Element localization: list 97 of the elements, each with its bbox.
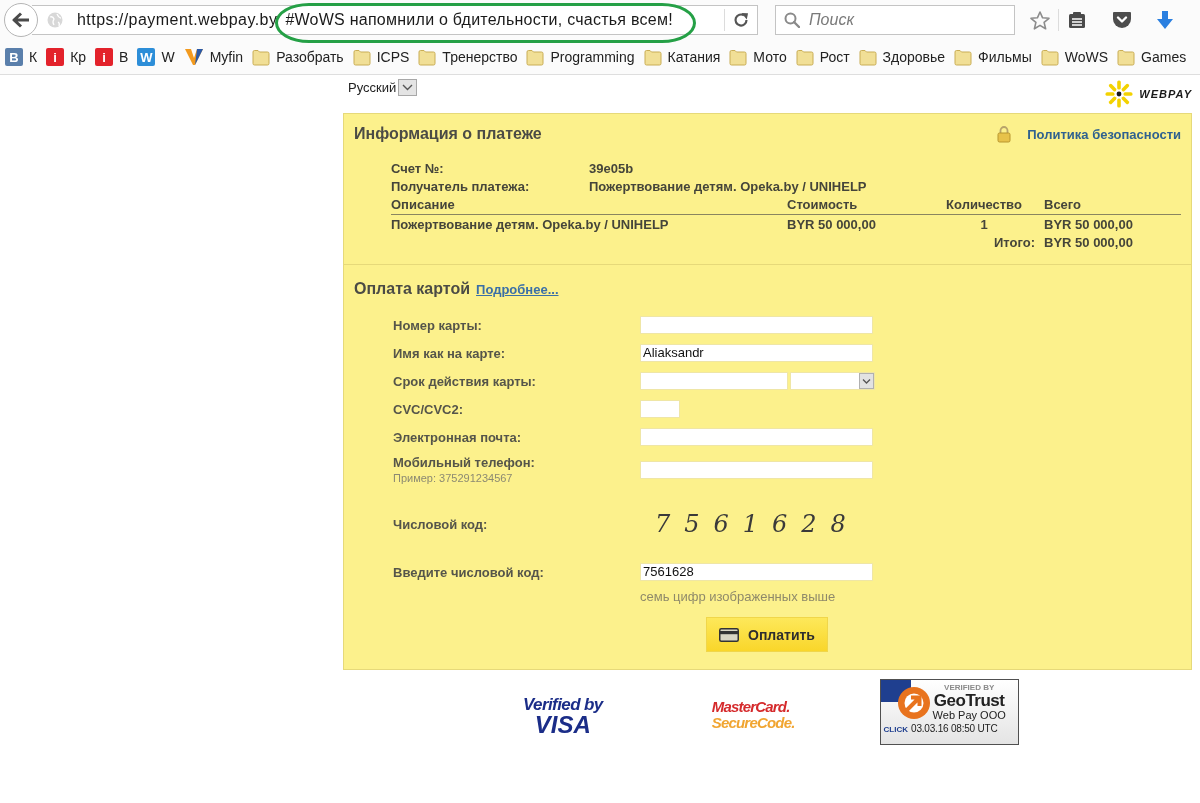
section-heading: Оплата картой	[354, 280, 471, 298]
bookmark-item[interactable]: Мото	[729, 48, 787, 66]
v-logo-icon	[183, 48, 204, 66]
detail-value: Пожертвование детям. Opeka.by / UNIHELP	[589, 178, 868, 196]
letter-tile-icon: B	[5, 48, 23, 66]
folder-icon	[418, 48, 437, 66]
bookmark-item[interactable]: i Кр	[46, 48, 87, 66]
bookmark-item[interactable]: Programming	[526, 48, 635, 66]
folder-icon	[729, 48, 748, 66]
address-bar[interactable]: https://payment.webpay.by #WoWS напомнили о бдительности, счастья всем!	[32, 5, 758, 35]
bookmark-item[interactable]: i В	[95, 48, 129, 66]
detail-label: Получатель платежа:	[391, 178, 531, 196]
back-arrow-icon	[12, 12, 30, 28]
language-select[interactable]: Русский	[343, 79, 418, 96]
letter-tile-icon: i	[95, 48, 114, 66]
reading-list-icon[interactable]	[1068, 11, 1086, 29]
column-header: Стоимость	[787, 196, 942, 215]
verified-by-text: VERIFIED BY	[944, 684, 995, 693]
folder-icon	[526, 48, 545, 66]
field-label: Мобильный телефон:	[393, 455, 535, 470]
input-field[interactable]	[640, 400, 680, 418]
detail-label: Счет №:	[391, 160, 445, 178]
folder-icon	[643, 48, 662, 66]
field-label: Срок действия карты:	[393, 373, 536, 389]
column-header: Всего	[1044, 196, 1181, 215]
input-field[interactable]: 7561628	[640, 563, 873, 581]
url-fragment: #WoWS напомнили о бдительности, счастья всем!	[285, 11, 673, 29]
bookmark-item[interactable]: Рост	[795, 48, 850, 66]
bookmark-item[interactable]: Разобрать	[252, 48, 344, 66]
total-label: Итого:	[993, 234, 1036, 252]
captcha-code: 7561628	[655, 509, 860, 539]
verified-by-visa-logo: Verified by VISA	[523, 695, 603, 737]
table-cell-text: 1	[979, 216, 989, 234]
bookmark-item[interactable]: Myfin	[183, 48, 244, 66]
bookmark-item[interactable]: Тренерство	[418, 48, 518, 66]
bookmark-item[interactable]: ICPS	[352, 48, 410, 66]
bookmark-item[interactable]: B К	[5, 48, 38, 66]
webpay-wordmark: WEBPAY	[1139, 88, 1192, 100]
input-field[interactable]	[640, 428, 873, 446]
letter-tile-icon: i	[46, 48, 65, 66]
input-field[interactable]	[640, 316, 873, 334]
credit-card-icon	[719, 627, 739, 642]
timestamp: 03.03.16 08:50 UTC	[911, 722, 998, 734]
folder-icon	[252, 48, 271, 66]
field-label: Электронная почта:	[393, 429, 522, 445]
letter-tile-icon: W	[137, 48, 156, 66]
search-icon	[784, 12, 800, 28]
column-header: Описание	[391, 196, 787, 215]
geotrust-badge[interactable]: VERIFIED BY GeoTrust Web Pay OOO CLICK 03.03.16 08:50 UTC	[879, 679, 1019, 745]
arrow-circle-icon	[896, 685, 931, 720]
table-cell-text: BYR 50 000,00	[787, 216, 877, 234]
bookmark-item[interactable]: Здоровье	[858, 48, 946, 66]
input-field[interactable]	[640, 461, 873, 479]
download-icon[interactable]	[1156, 10, 1174, 30]
lock-icon	[997, 125, 1012, 143]
mastercard-securecode-logo: MasterCard. SecureCode.	[711, 699, 795, 731]
bookmark-item[interactable]: Катания	[643, 48, 721, 66]
dropdown-field[interactable]	[640, 372, 788, 390]
field-hint: семь цифр изображенных выше	[640, 589, 836, 605]
folder-icon	[1117, 48, 1136, 66]
star-icon[interactable]	[1030, 10, 1050, 30]
field-label: Числовой код:	[393, 516, 488, 532]
security-policy-link[interactable]: Политика безопасности	[1027, 126, 1181, 142]
more-info-link[interactable]: Подробнее...	[476, 282, 559, 297]
field-label: CVC/CVC2:	[393, 401, 464, 417]
table-cell-text: Пожертвование детям. Opeka.by / UNIHELP	[391, 216, 670, 234]
bookmark-item[interactable]: Games	[1117, 48, 1187, 66]
section-heading: Информация о платеже	[354, 125, 542, 143]
table-cell-text: BYR 50 000,00	[1044, 216, 1134, 234]
sun-icon	[1104, 80, 1135, 108]
pay-button[interactable]: Оплатить	[706, 617, 828, 652]
field-label: Введите числовой код:	[393, 564, 544, 580]
click-label: CLICK	[883, 724, 909, 734]
detail-value: 39e05b	[589, 160, 635, 178]
field-label: Номер карты:	[393, 317, 482, 333]
folder-icon	[1040, 48, 1059, 66]
field-label: Имя как на карте:	[393, 345, 506, 361]
bookmark-item[interactable]: W W	[137, 48, 175, 66]
dropdown-field[interactable]	[790, 372, 875, 390]
company-name: Web Pay OOO	[932, 710, 1006, 722]
url-host: https://payment.webpay.by	[77, 11, 278, 29]
input-field[interactable]: Aliaksandr	[640, 344, 873, 362]
reload-icon[interactable]	[733, 12, 749, 28]
bookmark-item[interactable]: Фильмы	[954, 48, 1032, 66]
folder-icon	[795, 48, 814, 66]
total-value: BYR 50 000,00	[1044, 234, 1134, 252]
folder-icon	[858, 48, 877, 66]
folder-icon	[954, 48, 973, 66]
folder-icon	[352, 48, 371, 66]
back-button[interactable]	[4, 3, 38, 37]
column-header: Количество	[942, 196, 1044, 215]
globe-icon	[47, 12, 63, 28]
bookmark-item[interactable]: WoWS	[1040, 48, 1109, 66]
example-hint: Пример: 375291234567	[393, 472, 513, 485]
search-field[interactable]: Поиск	[775, 5, 1015, 35]
geotrust-wordmark: GeoTrust	[933, 692, 1005, 711]
pocket-icon[interactable]	[1112, 11, 1132, 29]
